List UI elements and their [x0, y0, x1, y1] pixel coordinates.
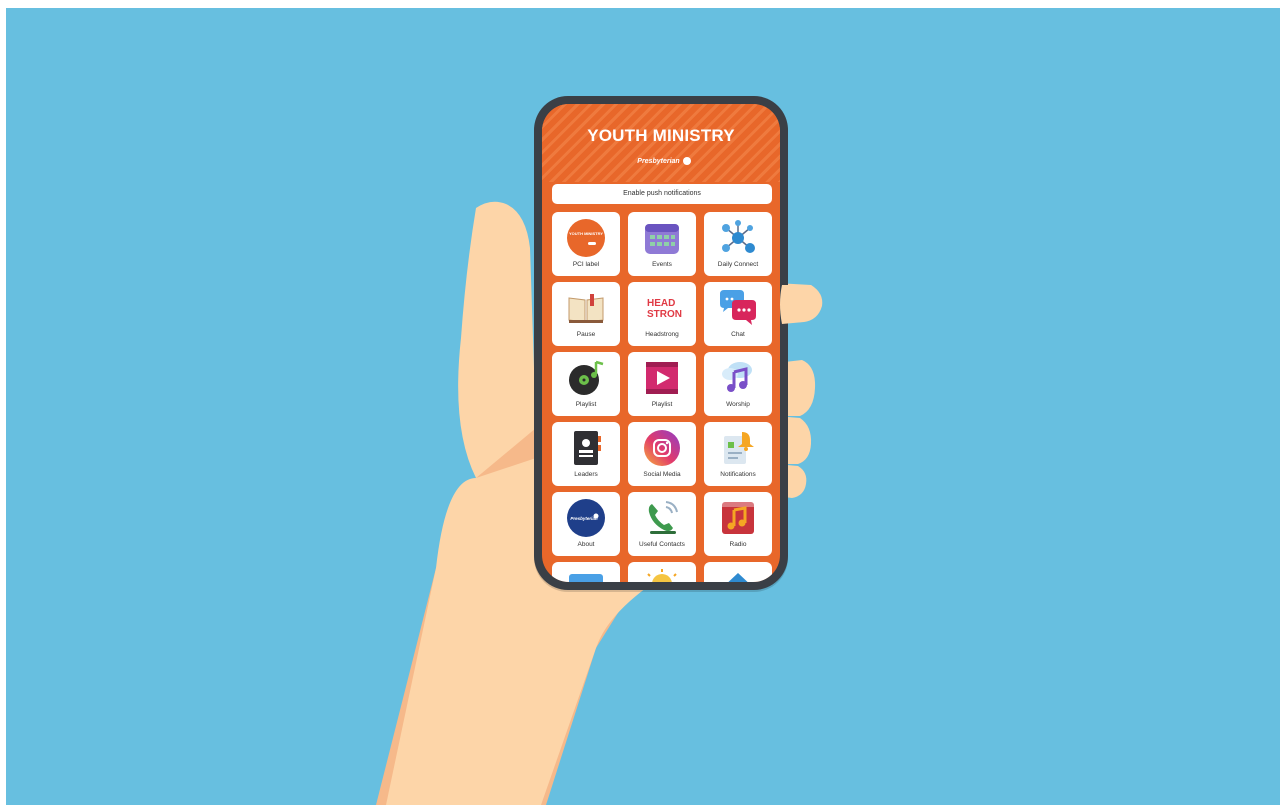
tile-label: Social Media: [643, 471, 681, 478]
brand-mark-icon: [682, 157, 691, 165]
headstrong-logo-icon: HEAD STRONG: [647, 298, 682, 320]
badge-text: YOUTH MINISTRY: [569, 231, 603, 236]
radio-music-icon: [722, 502, 754, 534]
tile-useful-contacts[interactable]: Useful Contacts: [628, 492, 696, 556]
home-icon: [728, 573, 748, 582]
tile-label: Worship: [726, 401, 750, 408]
enable-push-notifications-button[interactable]: Enable push notifications: [552, 184, 772, 204]
tile-label: Leaders: [574, 471, 598, 478]
tile-label: Playlist: [651, 401, 673, 408]
phone-device: YOUTH MINISTRY Presbyterian Enable push …: [534, 96, 788, 590]
tile-social-media[interactable]: Social Media: [628, 422, 696, 486]
tile-events[interactable]: Events: [628, 212, 696, 276]
phone-screen: YOUTH MINISTRY Presbyterian Enable push …: [542, 104, 780, 582]
tile-label: Pause: [576, 331, 596, 338]
tile-daily-connect[interactable]: Daily Connect: [704, 212, 772, 276]
tile-leaders[interactable]: Leaders: [552, 422, 620, 486]
tile-home[interactable]: [704, 562, 772, 582]
music-disc-icon: [569, 360, 604, 395]
tile-notifications[interactable]: Notifications: [704, 422, 772, 486]
tile-label: Notifications: [720, 471, 756, 478]
tile-radio[interactable]: Radio: [704, 492, 772, 556]
calendar-icon: [645, 224, 679, 254]
tile-label: About: [577, 541, 595, 548]
illustration-scene: YOUTH MINISTRY Presbyterian Enable push …: [6, 8, 1280, 805]
tile-chat[interactable]: Chat: [704, 282, 772, 346]
brand-wordmark: Presbyterian: [637, 157, 680, 165]
chat-bubbles-icon: [720, 290, 756, 325]
tile-worship[interactable]: Worship: [704, 352, 772, 416]
headstrong-wordmark-top: HEAD: [647, 298, 675, 309]
tile-label: Playlist: [575, 401, 597, 408]
video-play-icon: [646, 362, 678, 394]
tile-headstrong[interactable]: HEAD STRONG Headstrong: [628, 282, 696, 346]
network-icon: [722, 220, 755, 253]
tile-pause[interactable]: Pause: [552, 282, 620, 346]
tile-label: Daily Connect: [717, 261, 759, 268]
phone-contact-icon: [648, 501, 678, 534]
contact-book-icon: [574, 431, 601, 465]
tile-label: PCI label: [572, 261, 600, 268]
tile-gallery[interactable]: [552, 562, 620, 582]
lightbulb-icon: [647, 569, 677, 582]
open-book-icon: [568, 294, 604, 323]
tile-label: Chat: [731, 331, 745, 338]
tile-label: Radio: [729, 541, 747, 548]
app-title: YOUTH MINISTRY: [587, 126, 735, 145]
photo-icon: [569, 574, 603, 582]
tile-ideas[interactable]: [628, 562, 696, 582]
notification-bell-icon: [724, 432, 754, 464]
tile-playlist-audio[interactable]: Playlist: [552, 352, 620, 416]
tile-about[interactable]: Presbyterian About: [552, 492, 620, 556]
headstrong-wordmark-bottom: STRONG: [647, 309, 682, 320]
tile-pci-label[interactable]: YOUTH MINISTRY PCI label: [552, 212, 620, 276]
instagram-icon: [644, 430, 680, 466]
presbyterian-logo-icon: Presbyterian: [567, 499, 605, 537]
app-header: YOUTH MINISTRY Presbyterian: [542, 104, 780, 182]
presbyterian-brand-logo: Presbyterian: [634, 154, 694, 168]
tile-label: Events: [652, 261, 672, 268]
youth-ministry-logo-icon: YOUTH MINISTRY: [567, 219, 605, 257]
tile-label: Useful Contacts: [639, 541, 685, 548]
tile-playlist-video[interactable]: Playlist: [628, 352, 696, 416]
app-menu-grid: YOUTH MINISTRY PCI label Events Daily Co…: [552, 212, 774, 582]
tile-label: Headstrong: [645, 331, 679, 338]
music-note-cloud-icon: [722, 362, 752, 392]
